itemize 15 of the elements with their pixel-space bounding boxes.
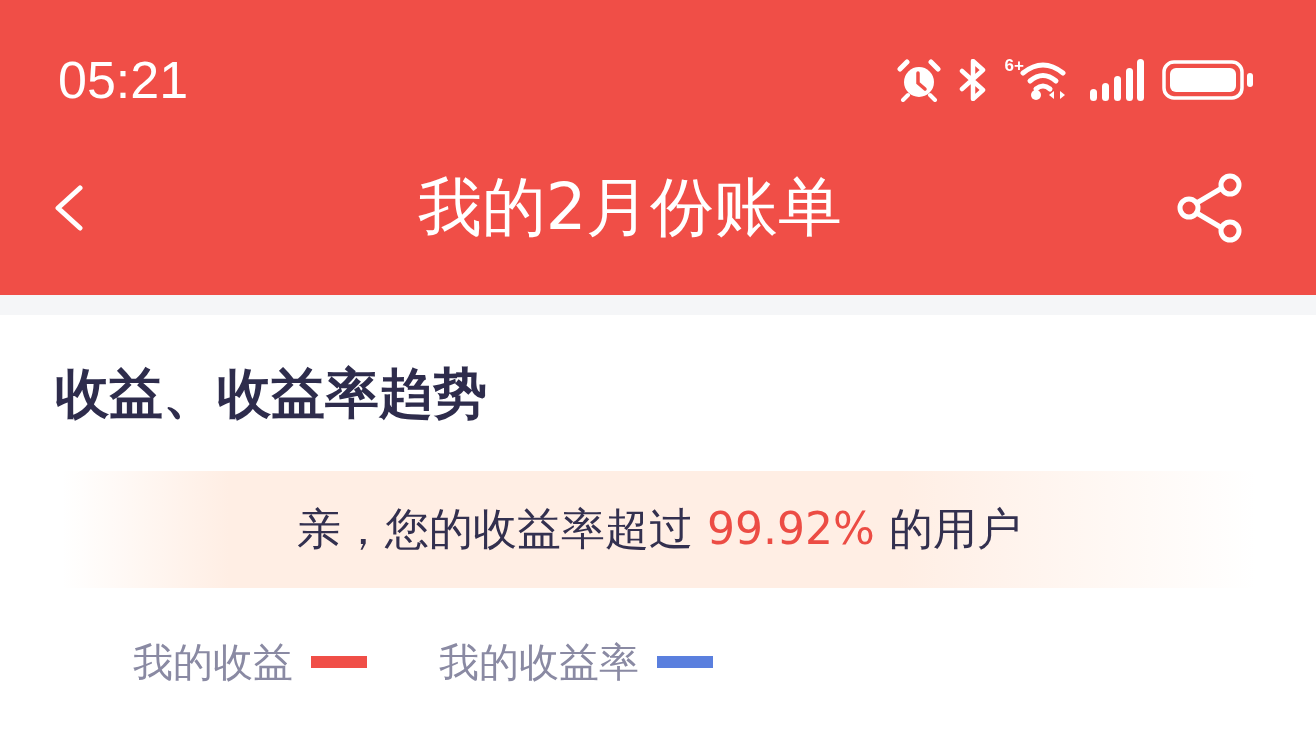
share-icon bbox=[1176, 172, 1244, 243]
alarm-clock-icon bbox=[896, 58, 941, 102]
signal-bars-icon bbox=[1090, 59, 1144, 101]
section-heading: 收益、收益率趋势 bbox=[55, 364, 487, 424]
back-button[interactable] bbox=[52, 184, 84, 231]
battery-icon bbox=[1162, 60, 1254, 100]
bluetooth-icon bbox=[958, 59, 987, 101]
status-time: 05:21 bbox=[58, 54, 189, 106]
back-chevron-icon bbox=[52, 184, 84, 231]
rank-message: 亲，您的收益率超过 99.92% 的用户 bbox=[297, 503, 1021, 557]
wifi-version-text: 6+ bbox=[1004, 57, 1024, 74]
share-button[interactable] bbox=[1176, 172, 1244, 243]
page-title: 我的2月份账单 bbox=[416, 169, 844, 246]
legend-label: 我的收益 bbox=[133, 638, 293, 687]
legend-label: 我的收益率 bbox=[439, 638, 639, 687]
